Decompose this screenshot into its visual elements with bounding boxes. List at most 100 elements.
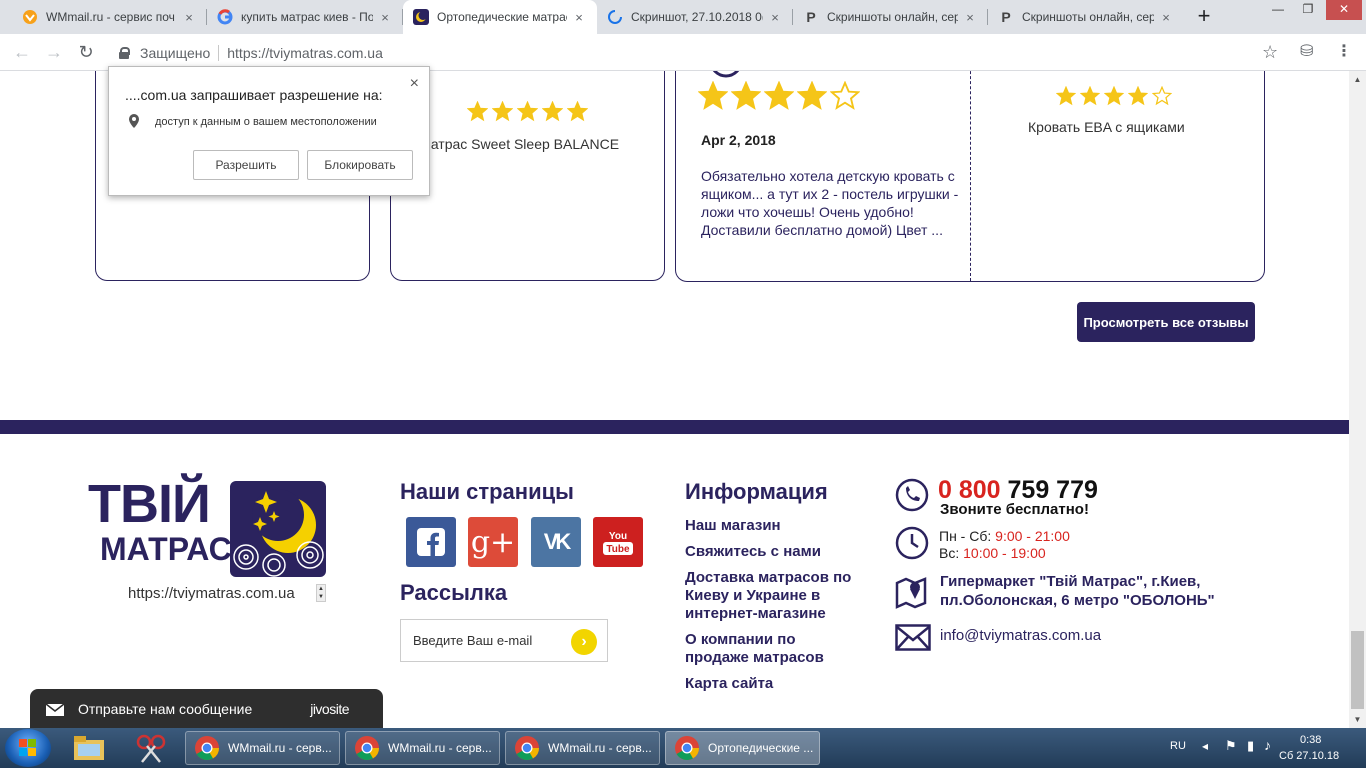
tab-screenshots-online[interactable]: P Скриншоты онлайн, сер × <box>793 0 988 34</box>
windows-taskbar: WMmail.ru - серв... WMmail.ru - серв... … <box>0 728 1366 768</box>
youtube-icon[interactable]: You Tube <box>593 517 643 567</box>
view-all-reviews-button[interactable]: Просмотреть все отзывы <box>1077 302 1255 342</box>
submit-arrow-icon[interactable]: › <box>571 629 597 655</box>
chat-widget[interactable]: Отправьте нам сообщение jivosite <box>30 689 383 728</box>
tray-arrow-icon[interactable]: ◂ <box>1202 739 1208 753</box>
star-icon <box>1056 86 1076 106</box>
tab-close-icon[interactable]: × <box>767 10 783 25</box>
tab-google[interactable]: купить матрас киев - По × <box>207 0 403 34</box>
star-icon <box>567 101 588 122</box>
tab-close-icon[interactable]: × <box>181 10 197 25</box>
logo-text-line2: МАТРАС <box>100 531 232 567</box>
bookmark-star-icon[interactable]: ☆ <box>1262 42 1278 62</box>
extension-icon[interactable]: ⛁ <box>1300 43 1313 61</box>
taskbar-chrome-window-active[interactable]: Ортопедические ... <box>665 731 820 765</box>
tviymatras-icon <box>413 9 429 25</box>
scroll-down-icon[interactable]: ▼ <box>1349 711 1366 728</box>
star-icon <box>764 81 794 111</box>
divider <box>218 44 220 61</box>
vk-icon[interactable]: VK <box>531 517 581 567</box>
star-icon <box>492 101 513 122</box>
permission-title: ....com.ua запрашивает разрешение на: <box>125 87 383 103</box>
hours-weekdays-time: 9:00 - 21:00 <box>995 528 1070 544</box>
spinner-arrows-icon[interactable]: ▲ ▼ <box>316 584 326 602</box>
restore-button[interactable]: ❐ <box>1294 0 1322 20</box>
newsletter-email-field[interactable]: Введите Ваш e-mail › <box>400 619 608 662</box>
volume-icon[interactable]: ♪ <box>1264 737 1271 753</box>
url-text: https://tviymatras.com.ua <box>227 44 383 61</box>
close-window-button[interactable]: ✕ <box>1326 0 1362 20</box>
start-button[interactable] <box>5 729 51 767</box>
info-link-sitemap[interactable]: Карта сайта <box>685 675 773 693</box>
scroll-up-icon[interactable]: ▲ <box>1349 71 1366 88</box>
forward-icon[interactable]: → <box>42 40 66 64</box>
scissors-icon[interactable] <box>132 732 172 764</box>
product-name[interactable]: Матрас Sweet Sleep BALANCE <box>419 136 619 152</box>
star-icon <box>1104 86 1124 106</box>
site-selector[interactable]: https://tviymatras.com.ua ▲ ▼ <box>128 583 326 603</box>
address-bar[interactable]: Защищено https://tviymatras.com.ua <box>110 38 1290 67</box>
taskbar-chrome-window[interactable]: WMmail.ru - серв... <box>505 731 660 765</box>
facebook-icon[interactable] <box>406 517 456 567</box>
allow-button[interactable]: Разрешить <box>193 150 299 180</box>
info-link-store[interactable]: Наш магазин <box>685 517 781 535</box>
moon-stars-icon <box>230 481 326 577</box>
clock-date[interactable]: Сб 27.10.18 <box>1279 750 1339 762</box>
scrollbar-thumb[interactable] <box>1351 631 1364 709</box>
phone-number[interactable]: 0 800 759 779 <box>938 476 1098 504</box>
explorer-icon[interactable] <box>70 732 110 764</box>
clock-time[interactable]: 0:38 <box>1300 734 1321 746</box>
block-button[interactable]: Блокировать <box>307 150 413 180</box>
footer-top-band <box>0 420 1349 434</box>
phone-digits: 759 779 <box>1007 476 1098 504</box>
tab-close-icon[interactable]: × <box>571 10 587 25</box>
google-plus-icon[interactable]: g+ <box>468 517 518 567</box>
new-tab-button[interactable]: + <box>1192 5 1216 29</box>
email-link[interactable]: info@tviymatras.com.ua <box>940 627 1101 644</box>
tab-wmmail[interactable]: WMmail.ru - сервис поч × <box>12 0 207 34</box>
google-icon <box>217 9 233 25</box>
product-name[interactable]: Кровать EBA с ящиками <box>1028 119 1185 135</box>
info-link-contact[interactable]: Свяжитесь с нами <box>685 543 821 561</box>
tab-close-icon[interactable]: × <box>377 10 393 25</box>
language-indicator[interactable]: RU <box>1170 740 1186 752</box>
tab-screenshot[interactable]: Скриншот, 27.10.2018 0( × <box>597 0 793 34</box>
taskbar-chrome-window[interactable]: WMmail.ru - серв... <box>345 731 500 765</box>
secure-label: Защищено <box>140 44 211 61</box>
tab-screenshots-online-2[interactable]: P Скриншоты онлайн, сер × <box>988 0 1184 34</box>
chrome-icon <box>355 736 379 761</box>
divider <box>970 71 971 281</box>
hours-weekdays: Пн - Сб: 9:00 - 21:00 <box>939 528 1070 544</box>
info-link-about[interactable]: О компании по продаже матрасов <box>685 631 860 667</box>
tray-flag-icon[interactable]: ⚑ <box>1225 738 1237 754</box>
info-heading: Информация <box>685 479 828 504</box>
minimize-button[interactable]: — <box>1264 0 1292 20</box>
tab-strip: WMmail.ru - сервис поч × купить матрас к… <box>0 0 1366 34</box>
p-icon: P <box>1001 9 1011 25</box>
taskbar-chrome-window[interactable]: WMmail.ru - серв... <box>185 731 340 765</box>
review-card: Apr 2, 2018 Обязательно хотела детскую к… <box>675 71 1265 282</box>
back-icon[interactable]: ← <box>10 40 34 64</box>
chat-label: Отправьте нам сообщение <box>78 700 253 717</box>
review-card: Матрас Sweet Sleep BALANCE <box>390 71 665 281</box>
close-icon[interactable]: × <box>410 75 419 93</box>
tab-close-icon[interactable]: × <box>1158 10 1174 25</box>
star-icon <box>1128 86 1148 106</box>
review-text: Обязательно хотела детскую кровать с ящи… <box>701 168 959 238</box>
p-icon: P <box>806 9 816 25</box>
info-link-delivery[interactable]: Доставка матрасов по Киеву и Украине в и… <box>685 569 870 623</box>
hours-sunday-label: Вс: <box>939 545 960 561</box>
menu-icon[interactable]: ⋮ <box>1336 43 1352 61</box>
star-icon <box>1080 86 1100 106</box>
tab-close-icon[interactable]: × <box>962 10 978 25</box>
tab-tviymatras[interactable]: Ортопедические матрас × <box>403 0 597 34</box>
network-icon[interactable]: ▮ <box>1247 738 1254 754</box>
site-selector-value: https://tviymatras.com.ua <box>128 584 295 602</box>
page-scrollbar[interactable]: ▲ ▼ <box>1349 71 1366 728</box>
reload-icon[interactable]: ↻ <box>74 40 98 64</box>
logo-text-line1: ТВІЙ <box>88 474 211 534</box>
tab-title: Ортопедические матрас <box>437 10 567 24</box>
tab-title: купить матрас киев - По <box>241 10 373 24</box>
rating-stars <box>1056 86 1176 106</box>
taskbar-button-label: WMmail.ru - серв... <box>228 741 332 755</box>
